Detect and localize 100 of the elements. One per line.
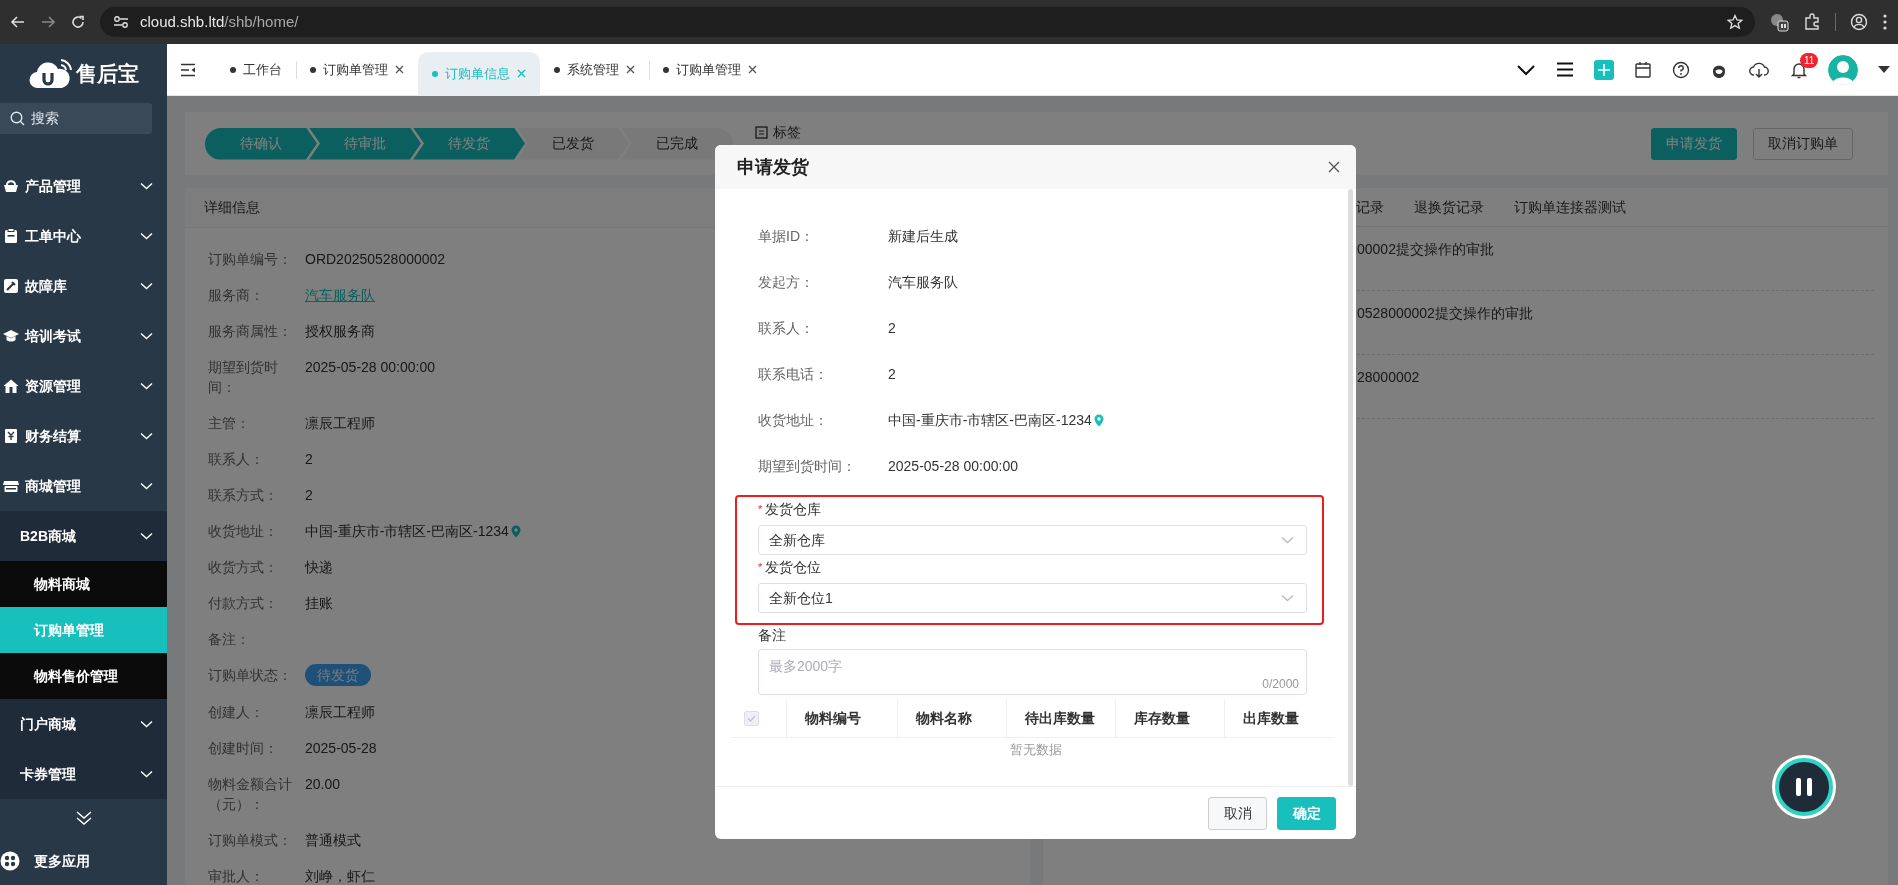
field-value: 中国-重庆市-市辖区-巴南区-1234 — [305, 522, 509, 541]
expand-more-icon[interactable] — [74, 810, 93, 827]
puzzle-icon[interactable] — [1803, 13, 1821, 31]
tag-icon — [755, 125, 768, 139]
sidebar-item[interactable]: 门户商城 — [0, 699, 167, 750]
location-pin-icon — [1093, 413, 1104, 427]
chevron-down-icon — [140, 332, 153, 341]
chevron-down-icon — [1281, 594, 1294, 602]
cancel-order-button[interactable]: 取消订购单 — [1753, 127, 1853, 160]
field-label: 服务商： — [208, 286, 265, 305]
forward-icon[interactable] — [40, 14, 56, 30]
column-header: 物料名称 — [897, 699, 1006, 737]
field-value: 2025-05-28 00:00:00 — [888, 456, 1018, 476]
pause-button[interactable] — [1775, 758, 1833, 816]
field-label: 收货地址： — [208, 522, 279, 541]
sidebar-item[interactable]: 卡券管理 — [0, 749, 167, 800]
site-settings-icon[interactable] — [112, 14, 130, 30]
page-tab[interactable]: 系统管理 — [540, 43, 649, 96]
record-tab[interactable]: 退换货记录 — [1414, 196, 1484, 218]
field-label: 联系电话： — [758, 364, 829, 384]
chevron-down-icon — [140, 532, 153, 541]
card-title: 详细信息 — [204, 198, 260, 217]
profile-icon[interactable] — [1850, 13, 1868, 31]
sidebar-item[interactable]: 物料商城 — [0, 561, 167, 608]
caret-down-icon[interactable] — [1878, 65, 1890, 74]
select-field[interactable]: 全新仓位1 — [758, 583, 1307, 613]
record-text: 00002提交操作的审批 — [1357, 241, 1494, 257]
close-icon[interactable] — [748, 65, 757, 74]
field-label: 付款方式： — [208, 594, 279, 613]
search-field[interactable]: 搜索 — [0, 103, 152, 135]
record-text: 28000002 — [1357, 369, 1420, 385]
field-label: 创建人： — [208, 703, 265, 722]
field-label: 收货地址： — [758, 410, 829, 430]
page-tab[interactable]: 订购单管理 — [649, 43, 771, 96]
sidebar-item[interactable]: 资源管理 — [0, 361, 167, 412]
calendar-icon[interactable] — [1634, 60, 1652, 79]
field-value: 汽车服务队 — [888, 272, 958, 292]
bookmark-star-icon[interactable] — [1727, 14, 1743, 30]
chevron-down-icon — [140, 482, 153, 491]
progress-step: 待审批 — [309, 127, 421, 160]
sidebar-item[interactable]: B2B商城 — [0, 511, 167, 562]
reload-icon[interactable] — [70, 14, 86, 30]
close-icon[interactable] — [626, 65, 635, 74]
page-tab[interactable]: 工作台 — [216, 43, 296, 96]
chevron-down-icon[interactable] — [1516, 63, 1536, 76]
field-value: 凛辰工程师 — [305, 414, 375, 433]
search-placeholder: 搜索 — [31, 109, 59, 129]
address-bar[interactable]: cloud.shb.ltd/shb/home/ — [100, 7, 1755, 37]
avatar-icon[interactable] — [1828, 54, 1858, 85]
record-tab[interactable]: 订购单连接器测试 — [1514, 196, 1626, 218]
empty-message: 暂无数据 — [1009, 742, 1062, 757]
sidebar-item[interactable]: 物料售价管理 — [0, 653, 167, 700]
progress-step: 待确认 — [205, 127, 317, 160]
tag-link[interactable]: 标签 — [755, 124, 801, 140]
sidebar-item[interactable]: 产品管理 — [0, 161, 167, 212]
required-mark: * — [758, 561, 763, 573]
required-mark: * — [758, 503, 763, 515]
scrollbar[interactable] — [1348, 189, 1353, 786]
cancel-button[interactable]: 取消 — [1208, 796, 1267, 830]
field-label: 备注 — [758, 626, 787, 645]
extension-badge-icon[interactable] — [1769, 12, 1789, 32]
close-icon[interactable] — [1328, 161, 1340, 173]
sidebar-item[interactable]: 工单中心 — [0, 211, 167, 262]
field-value: 中国-重庆市-市辖区-巴南区-1234 — [888, 410, 1092, 430]
column-header: 待出库数量 — [1006, 699, 1115, 737]
progress-step: 已完成 — [621, 127, 733, 160]
status-tag: 待发货 — [305, 664, 371, 686]
field-label: 收货方式： — [208, 558, 279, 577]
back-icon[interactable] — [10, 14, 26, 30]
sidebar-item[interactable]: 培训考试 — [0, 311, 167, 362]
chevron-down-icon — [1281, 536, 1294, 544]
select-field[interactable]: 全新仓库 — [758, 525, 1307, 555]
sidebar-item[interactable]: 故障库 — [0, 261, 167, 312]
chevron-down-icon — [140, 720, 153, 729]
chevron-down-icon — [140, 232, 153, 241]
sidebar-item[interactable]: 财务结算 — [0, 411, 167, 462]
field-label: 单据ID： — [758, 226, 815, 246]
cloud-download-icon[interactable] — [1748, 60, 1770, 79]
logo-text: 售后宝 — [76, 60, 139, 87]
sidebar-item[interactable]: 商城管理 — [0, 461, 167, 512]
more-apps-link[interactable]: 更多应用 — [0, 837, 167, 885]
record-text: 0528000002提交操作的审批 — [1357, 305, 1533, 321]
record-tab[interactable]: 记录 — [1356, 196, 1384, 218]
progress-step: 待发货 — [413, 127, 525, 160]
page-tab[interactable]: 订购单管理 — [296, 43, 418, 96]
field-value: 2025-05-28 00:00:00 — [305, 358, 435, 377]
field-value: 刘峥，虾仁 — [305, 867, 375, 885]
more-menu-icon[interactable] — [1882, 13, 1888, 31]
field-label: 服务商属性： — [208, 322, 293, 341]
field-label: 备注： — [208, 630, 251, 649]
close-icon[interactable] — [395, 65, 404, 74]
field-label: 订购单模式： — [208, 831, 293, 850]
help-icon[interactable] — [1672, 60, 1690, 79]
field-label: 订购单编号： — [208, 250, 293, 269]
field-value: 2 — [305, 486, 313, 505]
char-counter: 0/2000 — [1262, 676, 1299, 693]
field-label: 期望到货时间： — [758, 456, 857, 476]
field-value: 快递 — [305, 558, 333, 577]
collapse-menu-icon[interactable] — [180, 62, 196, 77]
column-header: 出库数量 — [1224, 699, 1333, 737]
